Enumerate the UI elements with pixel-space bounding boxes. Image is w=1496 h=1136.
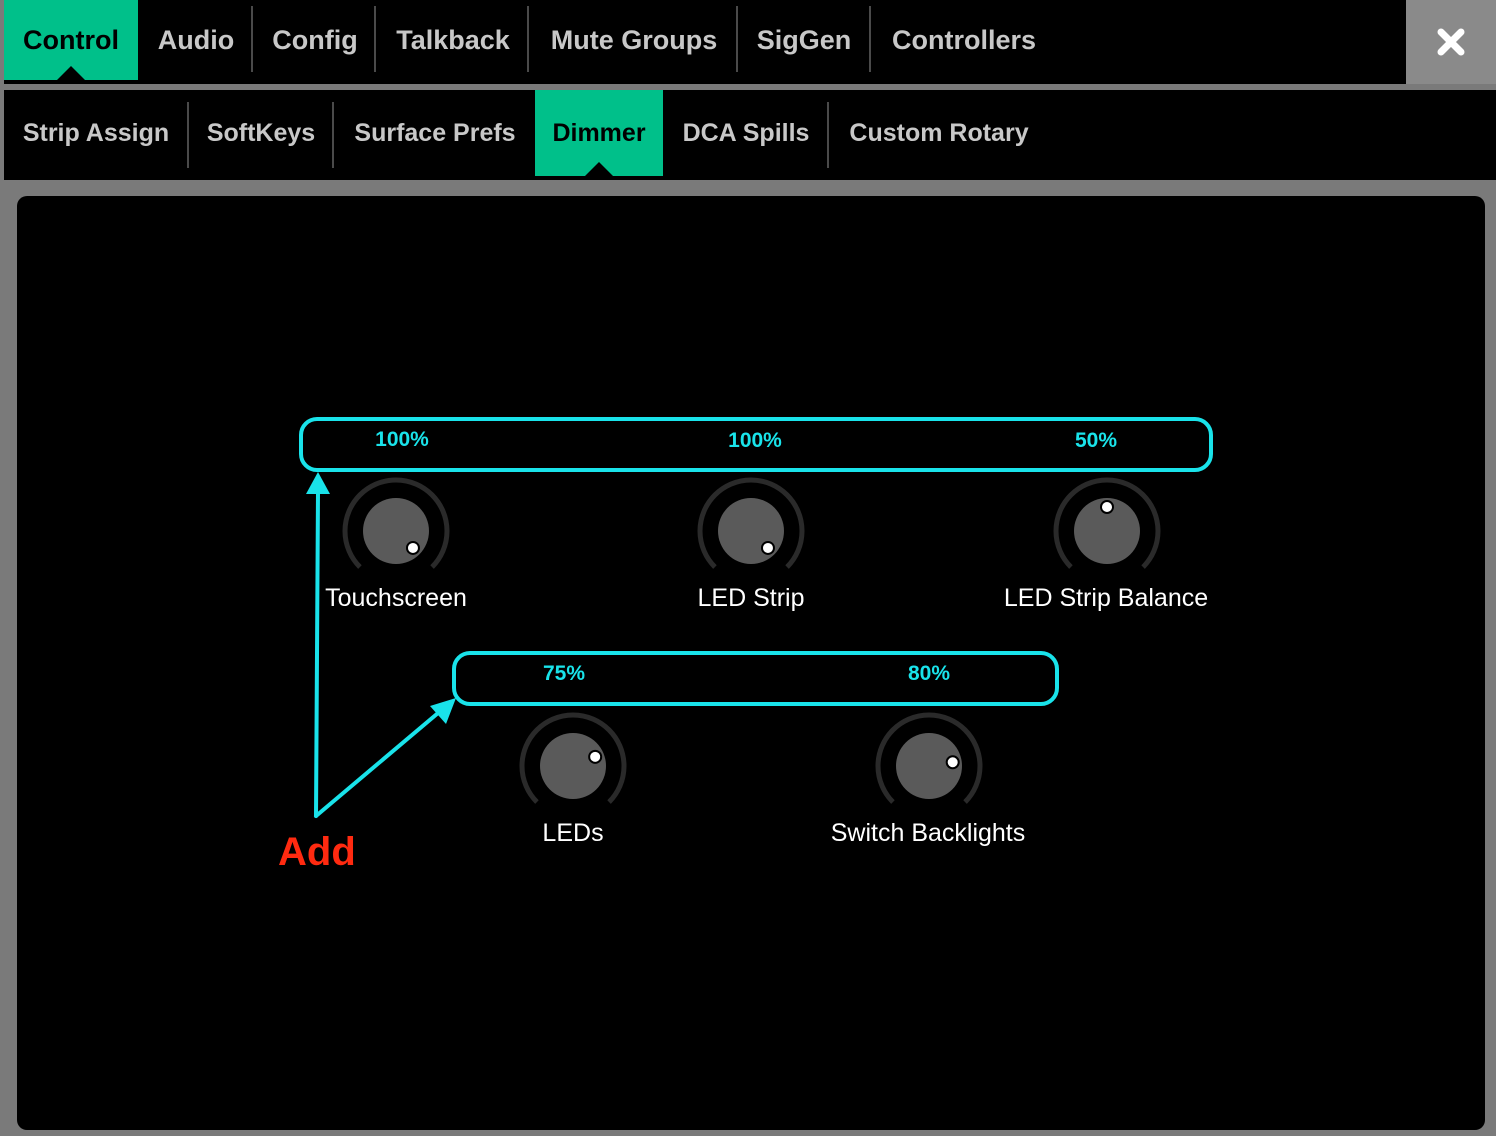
- subtab-label: Custom Rotary: [849, 118, 1029, 147]
- knob-indicator: [588, 749, 603, 764]
- divider: [827, 102, 829, 168]
- tab-talkback[interactable]: Talkback: [376, 0, 530, 80]
- main-tab-bar: Control Audio Config Talkback Mute Group…: [4, 0, 1406, 84]
- knob-body: [718, 498, 784, 564]
- divider: [527, 6, 529, 72]
- add-annotation-label: Add: [278, 830, 356, 874]
- close-icon: [1437, 28, 1465, 56]
- led-strip-balance-value: 50%: [1074, 429, 1118, 452]
- tab-controllers[interactable]: Controllers: [872, 0, 1056, 80]
- subtab-dca-spills[interactable]: DCA Spills: [666, 90, 826, 176]
- tab-label: Talkback: [396, 24, 510, 55]
- led-strip-label: LED Strip: [697, 584, 805, 612]
- divider: [332, 102, 334, 168]
- led-strip-balance-knob[interactable]: [1052, 476, 1162, 586]
- subtab-strip-assign[interactable]: Strip Assign: [4, 90, 188, 176]
- tab-label: Control: [23, 24, 119, 55]
- touchscreen-value: 100%: [375, 428, 429, 451]
- switch-backlights-knob[interactable]: [874, 711, 984, 821]
- subtab-label: Surface Prefs: [354, 118, 516, 147]
- active-indicator: [57, 66, 85, 80]
- led-strip-knob[interactable]: [696, 476, 806, 586]
- tab-mute-groups[interactable]: Mute Groups: [530, 0, 738, 80]
- tab-control[interactable]: Control: [4, 0, 138, 80]
- close-button[interactable]: [1406, 0, 1496, 84]
- knob-graphic: [697, 477, 805, 569]
- switch-backlights-label: Switch Backlights: [830, 819, 1026, 847]
- knob-graphic: [342, 477, 450, 569]
- tab-label: Mute Groups: [550, 24, 718, 55]
- subtab-surface-prefs[interactable]: Surface Prefs: [335, 90, 535, 176]
- subtab-dimmer[interactable]: Dimmer: [535, 90, 663, 176]
- knob-indicator: [760, 540, 775, 555]
- led-strip-balance-label: LED Strip Balance: [1003, 584, 1209, 612]
- knob-graphic: [875, 712, 983, 804]
- tab-label: SigGen: [756, 24, 852, 55]
- subtab-label: DCA Spills: [682, 118, 810, 147]
- divider: [187, 102, 189, 168]
- knob-graphic: [519, 712, 627, 804]
- active-indicator: [585, 162, 613, 176]
- knob-body: [540, 733, 606, 799]
- subtab-label: SoftKeys: [206, 118, 316, 147]
- touchscreen-label: Touchscreen: [325, 584, 467, 612]
- leds-label: LEDs: [542, 819, 604, 847]
- switch-backlights-value: 80%: [907, 662, 951, 685]
- divider: [251, 6, 253, 72]
- tab-label: Controllers: [891, 24, 1037, 55]
- touchscreen-knob[interactable]: [341, 476, 451, 586]
- tab-config[interactable]: Config: [254, 0, 376, 80]
- leds-value: 75%: [542, 662, 586, 685]
- divider: [869, 6, 871, 72]
- knob-indicator: [1100, 500, 1114, 514]
- subtab-label: Strip Assign: [22, 118, 170, 147]
- knob-graphic: [1053, 477, 1161, 569]
- subtab-softkeys[interactable]: SoftKeys: [190, 90, 332, 176]
- tab-label: Audio: [157, 24, 235, 55]
- led-strip-value: 100%: [728, 429, 782, 452]
- subtab-label: Dimmer: [552, 118, 646, 147]
- knob-indicator: [405, 540, 420, 555]
- subtab-custom-rotary[interactable]: Custom Rotary: [830, 90, 1048, 176]
- leds-knob[interactable]: [518, 711, 628, 821]
- knob-body: [363, 498, 429, 564]
- tab-label: Config: [272, 24, 358, 55]
- sub-tab-bar: Strip Assign SoftKeys Surface Prefs Dimm…: [4, 90, 1496, 180]
- tab-siggen[interactable]: SigGen: [738, 0, 870, 80]
- tab-audio[interactable]: Audio: [138, 0, 254, 80]
- knob-indicator: [945, 755, 960, 770]
